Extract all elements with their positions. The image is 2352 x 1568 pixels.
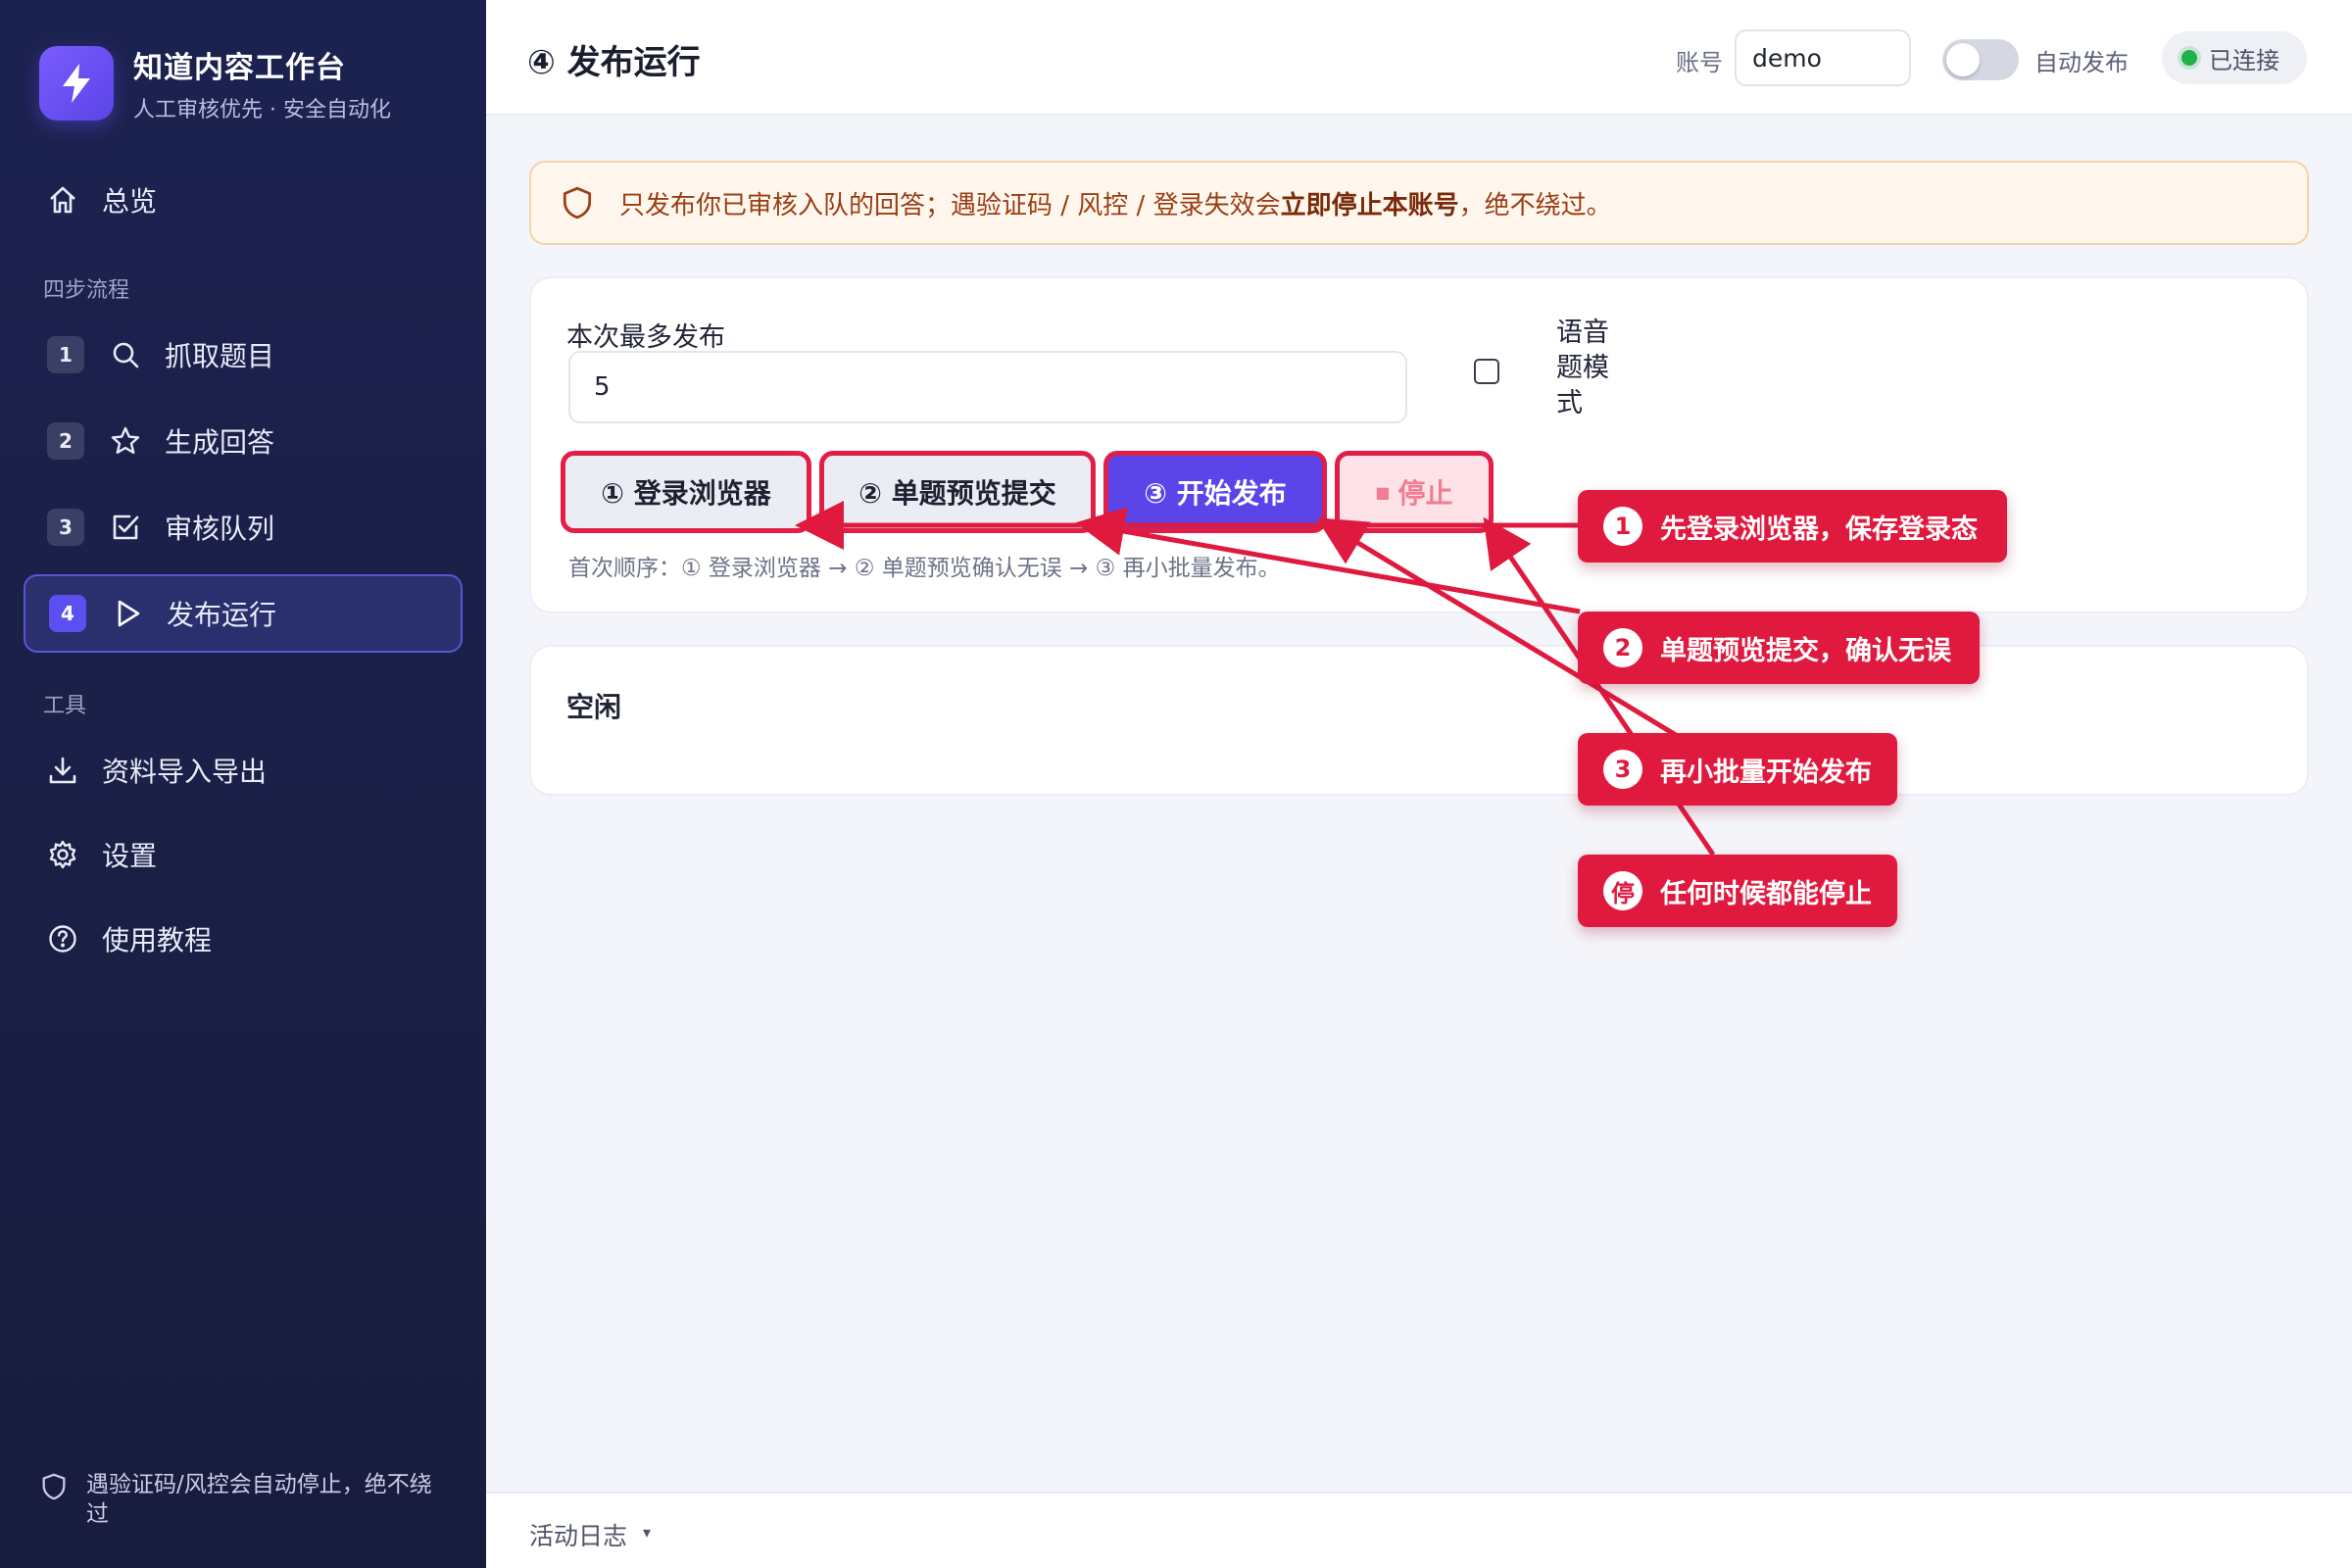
auto-publish-toggle[interactable] — [1942, 39, 2019, 80]
sidebar-item-label: 发布运行 — [167, 599, 277, 631]
voice-mode-label: 语音题模式 — [1556, 318, 1609, 418]
start-publish-button[interactable]: ③ 开始发布 — [1103, 451, 1327, 533]
stop-square-icon: ■ — [1375, 482, 1391, 502]
sidebar-item-label: 总览 — [102, 185, 158, 218]
sidebar-item-settings[interactable]: 设置 — [24, 815, 463, 894]
status-card: 空闲 — [529, 645, 2309, 796]
gear-icon — [45, 837, 80, 872]
safety-notice: 只发布你已审核入队的回答；遇验证码 / 风控 / 登录失效会立即停止本账号，绝不… — [529, 161, 2309, 245]
preview-submit-button[interactable]: ② 单题预览提交 — [819, 451, 1096, 533]
account-label: 账号 — [1676, 49, 1723, 76]
callout-badge: 3 — [1603, 750, 1642, 789]
callout-text: 先登录浏览器，保存登录态 — [1660, 514, 1978, 545]
sidebar-footer-note: 遇验证码/风控会自动停止，绝不绕过 — [39, 1470, 451, 1529]
brand: 知道内容工作台 人工审核优先 · 安全自动化 — [39, 43, 391, 123]
home-icon — [45, 182, 80, 218]
callout-stop: 停 任何时候都能停止 — [1578, 855, 1897, 927]
account-input[interactable] — [1735, 29, 1911, 86]
page-title: ④ 发布运行 — [527, 43, 701, 82]
notice-text: 只发布你已审核入队的回答；遇验证码 / 风控 / 登录失效会立即停止本账号，绝不… — [619, 190, 1612, 220]
voice-mode-checkbox[interactable] — [1474, 359, 1499, 384]
publish-card: 本次最多发布 语音题模式 ① 登录浏览器 ② 单题预览提交 ③ 开始发布 ■ 停… — [529, 276, 2309, 613]
order-note: 首次顺序：① 登录浏览器 → ② 单题预览确认无误 → ③ 再小批量发布。 — [568, 556, 1281, 581]
brand-subtitle: 人工审核优先 · 安全自动化 — [133, 98, 391, 122]
callout-badge: 停 — [1603, 871, 1642, 910]
sidebar-item-generate[interactable]: 2 生成回答 — [24, 402, 463, 480]
activity-log-bar[interactable]: 活动日志 ▾ — [486, 1492, 2352, 1568]
login-browser-button[interactable]: ① 登录浏览器 — [561, 451, 811, 533]
callout-text: 单题预览提交，确认无误 — [1660, 635, 1951, 666]
caret-down-icon: ▾ — [643, 1523, 652, 1542]
callout-text: 任何时候都能停止 — [1660, 878, 1872, 909]
section-label-tools: 工具 — [43, 694, 87, 718]
auto-publish-label: 自动发布 — [2034, 49, 2129, 76]
sidebar-item-fetch[interactable]: 1 抓取题目 — [24, 316, 463, 394]
notice-bold-text: 立即停止本账号 — [1280, 190, 1459, 220]
shield-icon — [39, 1472, 71, 1503]
activity-log-label: 活动日志 — [529, 1522, 628, 1550]
step-number: 1 — [47, 336, 84, 373]
status-text: 空闲 — [566, 691, 622, 723]
sidebar-item-review[interactable]: 3 审核队列 — [24, 488, 463, 566]
sidebar-item-publish[interactable]: 4 发布运行 — [24, 574, 463, 653]
shield-icon — [561, 185, 596, 220]
connection-status-badge: 已连接 — [2162, 31, 2307, 84]
sidebar-item-label: 使用教程 — [102, 924, 213, 956]
connection-status-text: 已连接 — [2209, 46, 2279, 74]
step-number: 3 — [47, 509, 84, 546]
step-number: 2 — [47, 422, 84, 460]
sidebar-item-label: 审核队列 — [165, 513, 275, 545]
callout-step-1: 1 先登录浏览器，保存登录态 — [1578, 490, 2007, 563]
sidebar-item-tutorial[interactable]: 使用教程 — [24, 900, 463, 978]
topbar: ④ 发布运行 账号 自动发布 已连接 — [486, 0, 2352, 116]
section-label-flow: 四步流程 — [43, 278, 130, 303]
step-number: 4 — [49, 595, 86, 632]
max-publish-label: 本次最多发布 — [566, 322, 725, 353]
sidebar: 知道内容工作台 人工审核优先 · 安全自动化 总览 四步流程 1 抓取题目 2 … — [0, 0, 486, 1568]
callout-step-3: 3 再小批量开始发布 — [1578, 733, 1897, 806]
brand-title: 知道内容工作台 — [133, 51, 346, 85]
search-icon — [108, 337, 143, 372]
footer-note-text: 遇验证码/风控会自动停止，绝不绕过 — [86, 1472, 432, 1527]
checkbox-icon — [108, 510, 143, 545]
stop-button-label: 停止 — [1397, 477, 1453, 510]
sidebar-item-label: 生成回答 — [165, 426, 275, 459]
callout-text: 再小批量开始发布 — [1660, 757, 1872, 788]
callout-badge: 2 — [1603, 628, 1642, 667]
toggle-knob — [1946, 43, 1980, 76]
play-icon — [110, 596, 145, 631]
callout-badge: 1 — [1603, 507, 1642, 546]
sidebar-item-label: 资料导入导出 — [102, 756, 268, 788]
lightning-icon — [39, 46, 114, 121]
star-icon — [108, 423, 143, 459]
status-dot-icon — [2181, 50, 2197, 66]
sidebar-item-label: 抓取题目 — [165, 340, 275, 372]
sidebar-item-import-export[interactable]: 资料导入导出 — [24, 731, 463, 809]
help-icon — [45, 921, 80, 956]
download-icon — [45, 753, 80, 788]
sidebar-item-overview[interactable]: 总览 — [24, 161, 463, 239]
stop-button[interactable]: ■ 停止 — [1335, 451, 1494, 533]
max-publish-input[interactable] — [568, 351, 1407, 423]
callout-step-2: 2 单题预览提交，确认无误 — [1578, 612, 1980, 684]
sidebar-item-label: 设置 — [102, 840, 158, 872]
